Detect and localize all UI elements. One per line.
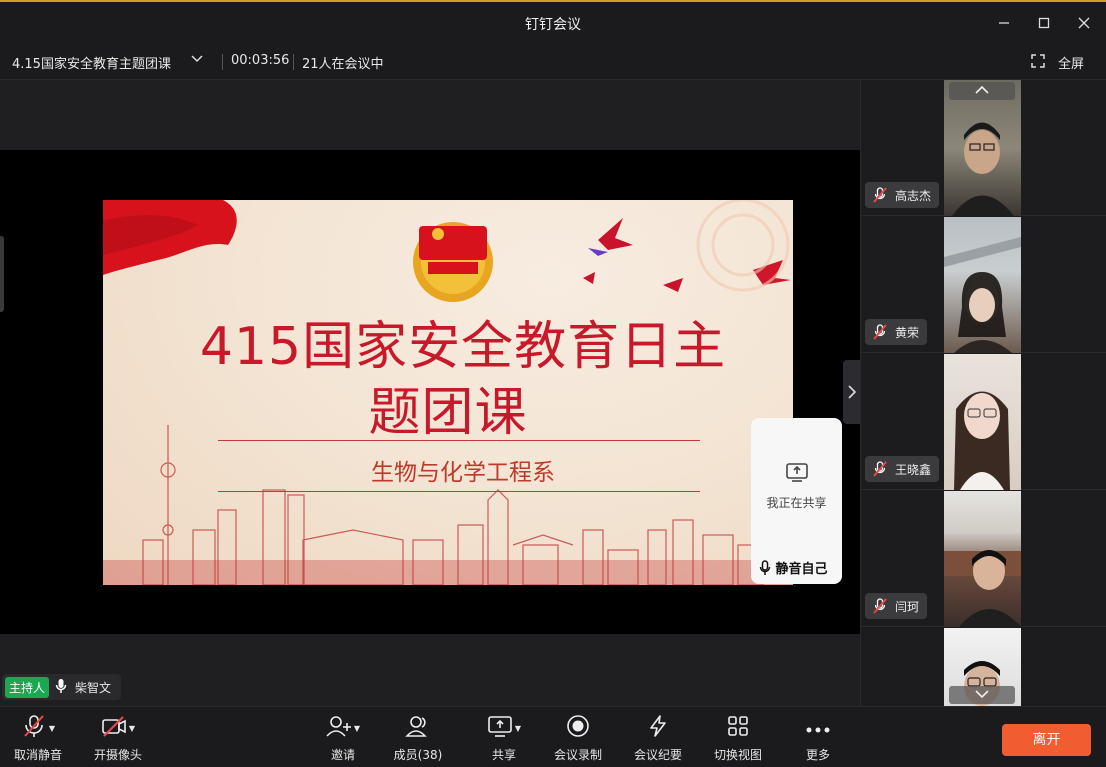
window-title: 钉钉会议 xyxy=(525,17,581,33)
slide-subtitle: 生物与化学工程系 xyxy=(371,460,555,486)
caret-down-icon[interactable]: ▼ xyxy=(49,724,55,733)
mic-off-icon xyxy=(873,461,887,480)
mic-off-icon xyxy=(21,714,47,742)
participant-video xyxy=(944,217,1021,353)
host-badge: 主持人 xyxy=(5,676,50,698)
participant-tile[interactable]: 黄荣 xyxy=(861,217,1106,353)
mute-self-label: 静音自己 xyxy=(775,562,828,577)
sharing-status: 我正在共享 xyxy=(766,496,827,510)
leave-button[interactable]: 离开 xyxy=(1002,724,1091,756)
divider xyxy=(293,54,294,70)
scroll-down-button[interactable] xyxy=(949,686,1015,704)
participant-tile[interactable] xyxy=(861,628,1106,706)
slide-title-line2: 题团课 xyxy=(368,383,528,443)
slide-title-line1: 415国家安全教育日主 xyxy=(199,317,727,377)
host-name: 柴智文 xyxy=(75,680,112,695)
camera-button[interactable]: ▼ 开摄像头 xyxy=(88,715,148,765)
side-handle[interactable] xyxy=(0,236,4,312)
participant-tile[interactable]: 高志杰 xyxy=(861,80,1106,216)
participant-tile[interactable]: 王晓鑫 xyxy=(861,354,1106,490)
members-button[interactable]: 成员(38) xyxy=(390,715,446,765)
title-bar: 钉钉会议 xyxy=(0,0,1106,44)
participants-panel: 高志杰 黄荣 王晓鑫 闫珂 xyxy=(860,80,1106,706)
mic-off-icon xyxy=(873,187,887,206)
participant-name-tag: 黄荣 xyxy=(865,319,928,345)
participant-name-tag: 闫珂 xyxy=(865,593,928,619)
minutes-button[interactable]: 会议纪要 xyxy=(632,715,684,765)
slide-rule-bottom xyxy=(218,491,700,492)
mic-icon xyxy=(759,559,771,580)
minutes-icon xyxy=(646,714,670,742)
more-button[interactable]: 更多 xyxy=(796,715,840,765)
shared-screen-stage: 415国家安全教育日主 题团课 生物与化学工程系 我正在共享 静音自己 主持人 … xyxy=(0,80,861,706)
participant-name-tag: 高志杰 xyxy=(865,182,940,208)
mic-icon xyxy=(55,678,67,697)
members-icon xyxy=(405,714,431,742)
scroll-up-button[interactable] xyxy=(949,82,1015,100)
fullscreen-button[interactable]: 全屏 xyxy=(1058,53,1084,72)
minimize-icon[interactable] xyxy=(992,12,1016,36)
add-user-icon xyxy=(326,714,352,742)
record-button[interactable]: 会议录制 xyxy=(553,715,603,765)
caret-down-icon[interactable]: ▼ xyxy=(129,724,135,733)
screen-share-icon xyxy=(487,714,513,742)
host-tag: 主持人 柴智文 xyxy=(2,674,122,700)
mute-self-button[interactable]: 静音自己 xyxy=(759,558,828,580)
record-icon xyxy=(566,714,590,742)
slide-rule-top xyxy=(218,440,700,441)
chevron-right-icon xyxy=(847,384,857,403)
camera-off-icon xyxy=(101,714,127,742)
attendance-count: 21人在会议中 xyxy=(302,57,384,72)
participant-video xyxy=(944,354,1021,490)
meeting-timer: 00:03:56 xyxy=(231,53,290,68)
caret-down-icon[interactable]: ▼ xyxy=(515,724,521,733)
maximize-icon[interactable] xyxy=(1032,12,1056,36)
more-icon xyxy=(806,719,830,738)
sharing-status-card: 我正在共享 静音自己 xyxy=(751,418,842,584)
participant-name-tag: 王晓鑫 xyxy=(865,456,940,482)
invite-button[interactable]: ▼ 邀请 xyxy=(318,715,368,765)
close-icon[interactable] xyxy=(1072,12,1096,36)
grid-view-icon xyxy=(727,715,749,741)
screen-share-icon xyxy=(786,463,808,487)
share-button[interactable]: ▼ 共享 xyxy=(482,715,526,765)
unmute-button[interactable]: ▼ 取消静音 xyxy=(8,715,68,765)
divider xyxy=(222,54,223,70)
switch-view-button[interactable]: 切换视图 xyxy=(712,715,764,765)
meeting-info-bar: 4.15国家安全教育主题团课 00:03:56 21人在会议中 全屏 xyxy=(0,44,1106,80)
participant-video xyxy=(944,491,1021,627)
fullscreen-icon[interactable] xyxy=(1031,54,1045,72)
presentation-slide: 415国家安全教育日主 题团课 生物与化学工程系 xyxy=(103,200,793,585)
participant-tile[interactable]: 闫珂 xyxy=(861,491,1106,627)
meeting-name[interactable]: 4.15国家安全教育主题团课 xyxy=(12,53,171,72)
chevron-down-icon[interactable] xyxy=(190,51,204,69)
collapse-panel-button[interactable] xyxy=(843,360,861,424)
meeting-toolbar: ▼ 取消静音 ▼ 开摄像头 ▼ 邀请 成员(38) ▼ 共享 会议录制 会议纪要 xyxy=(0,706,1106,767)
mic-off-icon xyxy=(873,324,887,343)
mic-off-icon xyxy=(873,598,887,617)
meeting-window: 钉钉会议 4.15国家安全教育主题团课 00:03:56 21人在会议中 全屏 xyxy=(0,0,1106,767)
caret-down-icon[interactable]: ▼ xyxy=(354,724,360,733)
participant-video xyxy=(944,80,1021,216)
